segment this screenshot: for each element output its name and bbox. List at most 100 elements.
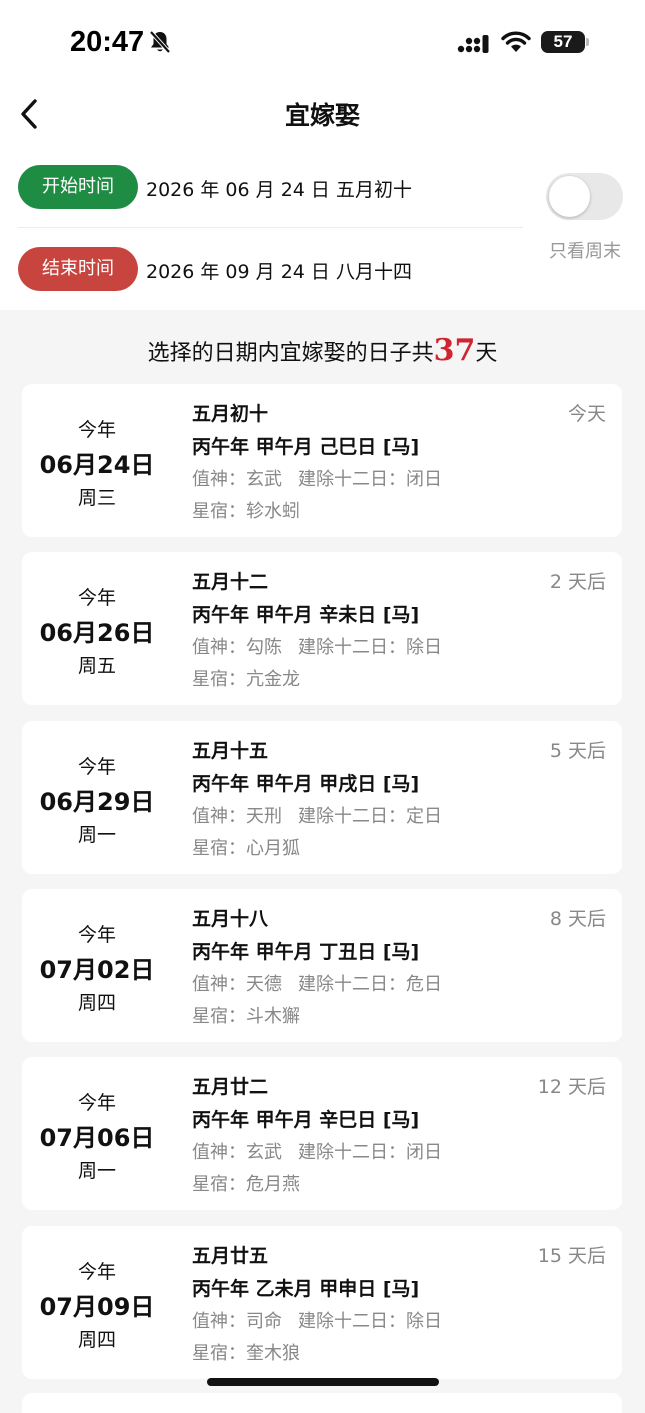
day-card-next-partial[interactable] xyxy=(22,1393,622,1413)
day-date: 06月24日 xyxy=(39,451,155,479)
jianchu-value: 闭日 xyxy=(406,469,442,490)
day-weekday: 周五 xyxy=(77,655,116,677)
zhishen-value: 玄武 xyxy=(246,469,282,490)
jianchu-value: 定日 xyxy=(406,806,442,827)
day-zhishen: 值神：勾陈 建除十二日：除日 xyxy=(192,633,442,659)
battery-percent: 57 xyxy=(553,32,573,51)
day-relative: 15 天后 xyxy=(537,1245,606,1267)
zhishen-value: 天刑 xyxy=(246,806,282,827)
xingxiu-value: 危月燕 xyxy=(246,1174,300,1195)
weekend-only-toggle[interactable] xyxy=(546,173,623,220)
end-date-value[interactable]: 2026 年 09 月 24 日 八月十四 xyxy=(146,257,412,284)
day-lunar: 五月十五 xyxy=(192,740,269,762)
day-date: 06月29日 xyxy=(39,788,155,816)
day-zhishen: 值神：司命 建除十二日：除日 xyxy=(192,1307,442,1333)
day-date: 06月26日 xyxy=(39,619,155,647)
day-year: 今年 xyxy=(77,924,116,946)
day-xingxiu: 星宿：轸水蚓 xyxy=(192,497,300,523)
header-panel: 20:47 57 宜嫁娶 开始时间 2026 年 06 月 24 日 五月初十 xyxy=(0,0,645,310)
zhishen-value: 司命 xyxy=(246,1311,282,1332)
zhishen-label: 值神： xyxy=(192,469,246,490)
zhishen-label: 值神： xyxy=(192,1142,246,1163)
zhishen-value: 勾陈 xyxy=(246,637,282,658)
day-year: 今年 xyxy=(77,1092,116,1114)
xingxiu-value: 轸水蚓 xyxy=(246,501,300,522)
result-summary: 选择的日期内宜嫁娶的日子共37天 xyxy=(0,333,645,372)
xingxiu-value: 奎木狼 xyxy=(246,1343,300,1364)
jianchu-label: 建除十二日： xyxy=(298,1311,406,1332)
xingxiu-label: 星宿： xyxy=(192,838,246,859)
day-xingxiu: 星宿：亢金龙 xyxy=(192,665,300,691)
day-ganzhi: 丙午年 乙未月 甲申日 [马] xyxy=(192,1278,420,1300)
weekend-only-label: 只看周末 xyxy=(549,241,621,262)
day-zhishen: 值神：天德 建除十二日：危日 xyxy=(192,970,442,996)
day-year: 今年 xyxy=(77,1261,116,1283)
battery-tip xyxy=(586,38,589,46)
day-relative: 今天 xyxy=(567,403,606,425)
day-zhishen: 值神：玄武 建除十二日：闭日 xyxy=(192,465,442,491)
xingxiu-value: 亢金龙 xyxy=(246,669,300,690)
wifi-icon xyxy=(501,31,531,52)
jianchu-value: 除日 xyxy=(406,1311,442,1332)
jianchu-label: 建除十二日： xyxy=(298,1142,406,1163)
day-date: 07月06日 xyxy=(39,1124,155,1152)
day-lunar: 五月廿五 xyxy=(192,1245,269,1267)
range-divider xyxy=(18,227,523,228)
xingxiu-label: 星宿： xyxy=(192,1006,246,1027)
day-xingxiu: 星宿：奎木狼 xyxy=(192,1339,300,1365)
day-zhishen: 值神：玄武 建除十二日：闭日 xyxy=(192,1138,442,1164)
day-lunar: 五月十八 xyxy=(192,908,269,930)
zhishen-label: 值神： xyxy=(192,974,246,995)
toggle-knob xyxy=(549,176,590,217)
jianchu-label: 建除十二日： xyxy=(298,469,406,490)
page-title: 宜嫁娶 xyxy=(284,101,360,130)
day-card[interactable]: 今年 06月26日 周五 五月十二 丙午年 甲午月 辛未日 [马] 值神：勾陈建… xyxy=(22,552,622,705)
day-zhishen: 值神：天刑 建除十二日：定日 xyxy=(192,802,442,828)
day-weekday: 周四 xyxy=(77,1329,116,1351)
day-year: 今年 xyxy=(77,587,116,609)
jianchu-value: 危日 xyxy=(406,974,442,995)
start-date-value[interactable]: 2026 年 06 月 24 日 五月初十 xyxy=(146,175,412,202)
day-relative: 8 天后 xyxy=(549,908,606,930)
xingxiu-label: 星宿： xyxy=(192,501,246,522)
day-ganzhi: 丙午年 甲午月 甲戌日 [马] xyxy=(192,773,420,795)
summary-count: 37 xyxy=(433,333,476,368)
jianchu-value: 闭日 xyxy=(406,1142,442,1163)
zhishen-label: 值神： xyxy=(192,1311,246,1332)
zhishen-label: 值神： xyxy=(192,806,246,827)
jianchu-label: 建除十二日： xyxy=(298,637,406,658)
day-ganzhi: 丙午年 甲午月 辛巳日 [马] xyxy=(192,1109,420,1131)
day-relative: 2 天后 xyxy=(549,571,606,593)
day-year: 今年 xyxy=(77,419,116,441)
day-card[interactable]: 今年 06月24日 周三 五月初十 丙午年 甲午月 己巳日 [马] 值神：玄武建… xyxy=(22,384,622,537)
day-lunar: 五月廿二 xyxy=(192,1076,269,1098)
day-ganzhi: 丙午年 甲午月 丁丑日 [马] xyxy=(192,941,420,963)
day-card[interactable]: 今年 07月06日 周一 五月廿二 丙午年 甲午月 辛巳日 [马] 值神：玄武建… xyxy=(22,1057,622,1210)
xingxiu-label: 星宿： xyxy=(192,1174,246,1195)
zhishen-label: 值神： xyxy=(192,637,246,658)
start-time-button[interactable]: 开始时间 xyxy=(18,165,138,209)
day-weekday: 周一 xyxy=(77,824,116,846)
status-time: 20:47 xyxy=(70,26,145,58)
day-weekday: 周一 xyxy=(77,1160,116,1182)
zhishen-value: 天德 xyxy=(246,974,282,995)
day-year: 今年 xyxy=(77,756,116,778)
day-relative: 5 天后 xyxy=(549,740,606,762)
summary-suffix: 天 xyxy=(475,341,498,366)
day-card[interactable]: 今年 06月29日 周一 五月十五 丙午年 甲午月 甲戌日 [马] 值神：天刑建… xyxy=(22,721,622,874)
zhishen-value: 玄武 xyxy=(246,1142,282,1163)
day-ganzhi: 丙午年 甲午月 辛未日 [马] xyxy=(192,604,420,626)
battery-icon: 57 xyxy=(541,31,589,55)
day-weekday: 周三 xyxy=(77,487,116,509)
summary-prefix: 选择的日期内宜嫁娶的日子共 xyxy=(147,341,434,366)
home-indicator[interactable] xyxy=(207,1378,439,1386)
jianchu-label: 建除十二日： xyxy=(298,806,406,827)
day-card[interactable]: 今年 07月02日 周四 五月十八 丙午年 甲午月 丁丑日 [马] 值神：天德建… xyxy=(22,889,622,1042)
end-time-button[interactable]: 结束时间 xyxy=(18,247,138,291)
day-card[interactable]: 今年 07月09日 周四 五月廿五 丙午年 乙未月 甲申日 [马] 值神：司命建… xyxy=(22,1226,622,1379)
xingxiu-value: 斗木獬 xyxy=(246,1006,300,1027)
day-xingxiu: 星宿：危月燕 xyxy=(192,1170,300,1196)
xingxiu-value: 心月狐 xyxy=(246,838,300,859)
day-weekday: 周四 xyxy=(77,992,116,1014)
day-ganzhi: 丙午年 甲午月 己巳日 [马] xyxy=(192,436,420,458)
